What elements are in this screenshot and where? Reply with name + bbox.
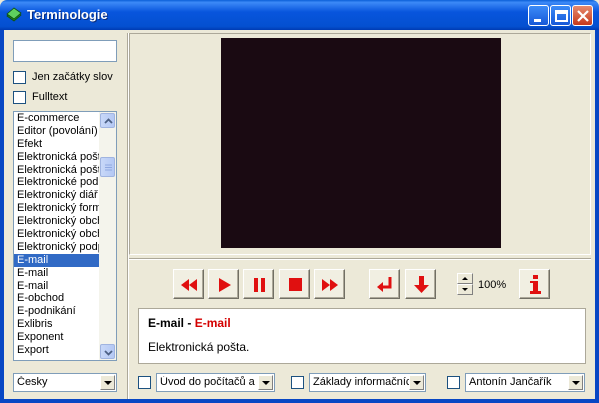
pause-icon <box>254 278 265 292</box>
info-icon <box>530 275 541 294</box>
minimize-button[interactable] <box>528 5 549 26</box>
term-list-item[interactable]: Elektronická pošta <box>14 164 99 177</box>
topic-filter-select[interactable]: Základy informačníc <box>309 373 426 392</box>
maximize-icon <box>555 10 568 22</box>
scroll-thumb[interactable] <box>100 157 115 177</box>
term-description: Elektronická pošta. <box>148 340 250 354</box>
zoom-up-button[interactable] <box>457 273 473 284</box>
term-name: E-mail <box>148 316 185 330</box>
down-arrow-icon <box>414 276 429 293</box>
term-translation: E-mail <box>194 316 231 330</box>
language-dropdown-button[interactable] <box>100 375 115 390</box>
language-select[interactable]: Česky <box>13 373 117 392</box>
maximize-button[interactable] <box>550 5 571 26</box>
return-icon <box>377 277 392 292</box>
term-list-item[interactable]: Elektronické podpisy <box>14 176 99 189</box>
fulltext-option[interactable]: Fulltext <box>13 90 67 104</box>
scroll-up-button[interactable] <box>100 113 115 128</box>
term-list-item[interactable]: Elektronický podpis <box>14 241 99 254</box>
stop-icon <box>289 278 302 291</box>
term-heading: E-mail - E-mail <box>148 316 231 330</box>
course-dropdown-button[interactable] <box>258 375 273 390</box>
word-start-label: Jen začátky slov <box>32 71 113 83</box>
term-list-item[interactable]: Elektronická pošta <box>14 151 99 164</box>
close-icon <box>577 10 589 22</box>
course-filter-value: Úvod do počítačů a <box>160 376 255 388</box>
fast-forward-icon <box>322 279 338 291</box>
search-input[interactable] <box>13 40 117 62</box>
term-list-item[interactable]: E-mail <box>14 267 99 280</box>
term-list-item[interactable]: E-podnikání <box>14 305 99 318</box>
word-start-checkbox[interactable] <box>13 70 26 84</box>
chevron-up-icon <box>104 118 113 124</box>
video-screen[interactable] <box>221 38 501 248</box>
topic-filter-value: Základy informačníc <box>313 376 409 388</box>
zoom-level: 100% <box>478 279 507 291</box>
zoom-down-button[interactable] <box>457 284 473 295</box>
course-filter-select[interactable]: Úvod do počítačů a <box>156 373 275 392</box>
author-filter-checkbox[interactable] <box>447 376 460 389</box>
pause-button[interactable] <box>243 269 274 299</box>
app-book-icon <box>6 7 22 22</box>
stop-button[interactable] <box>279 269 310 299</box>
play-icon <box>219 278 231 292</box>
play-button[interactable] <box>208 269 239 299</box>
fulltext-checkbox[interactable] <box>13 90 26 104</box>
chevron-down-icon <box>104 350 113 356</box>
minimize-icon <box>534 19 541 22</box>
rewind-button[interactable] <box>173 269 204 299</box>
term-list-items: E-commerce Editor (povolání) Efekt Elektron… <box>14 112 99 357</box>
zoom-spinner[interactable] <box>457 273 473 295</box>
term-list-item[interactable]: E-mail <box>14 253 99 267</box>
fulltext-label: Fulltext <box>32 91 68 103</box>
word-start-option[interactable]: Jen začátky slov <box>13 70 113 84</box>
close-button[interactable] <box>572 5 593 26</box>
author-filter-select[interactable]: Antonín Jančařík <box>465 373 585 392</box>
term-list-item[interactable]: E-obchod <box>14 292 99 305</box>
term-list[interactable]: E-commerce Editor (povolání) Efekt Elektron… <box>13 111 117 361</box>
language-value: Česky <box>17 376 48 388</box>
term-list-item[interactable]: Exlibris <box>14 318 99 331</box>
topic-filter-checkbox[interactable] <box>291 376 304 389</box>
scroll-down-button[interactable] <box>100 344 115 359</box>
term-list-item[interactable]: Elektronický obchod <box>14 215 99 228</box>
term-list-scrollbar[interactable] <box>99 112 116 360</box>
term-list-item[interactable]: Exponent <box>14 331 99 344</box>
term-list-item[interactable]: Export <box>14 344 99 357</box>
spin-down-icon <box>462 288 468 291</box>
term-list-item[interactable]: E-commerce <box>14 112 99 125</box>
term-list-item[interactable]: Efekt <box>14 138 99 151</box>
rewind-icon <box>181 279 197 291</box>
horizontal-splitter[interactable] <box>129 258 591 260</box>
term-detail-box: E-mail - E-mail Elektronická pošta. <box>138 308 586 364</box>
fast-forward-button[interactable] <box>314 269 345 299</box>
down-arrow-button[interactable] <box>405 269 436 299</box>
window-title: Terminologie <box>27 7 108 22</box>
term-separator: - <box>184 316 195 330</box>
term-list-item[interactable]: E-mail <box>14 280 99 293</box>
topic-dropdown-button[interactable] <box>409 375 424 390</box>
title-bar[interactable]: Terminologie <box>0 0 599 30</box>
term-list-item[interactable]: Elektronický obchod <box>14 228 99 241</box>
return-button[interactable] <box>369 269 400 299</box>
term-list-item[interactable]: Editor (povolání) <box>14 125 99 138</box>
author-filter-value: Antonín Jančařík <box>469 376 552 388</box>
term-list-item[interactable]: Elektronický formulář <box>14 202 99 215</box>
info-button[interactable] <box>519 269 550 299</box>
author-dropdown-button[interactable] <box>568 375 583 390</box>
course-filter-checkbox[interactable] <box>138 376 151 389</box>
term-list-item[interactable]: Elektronický diář <box>14 189 99 202</box>
spin-up-icon <box>462 277 468 280</box>
